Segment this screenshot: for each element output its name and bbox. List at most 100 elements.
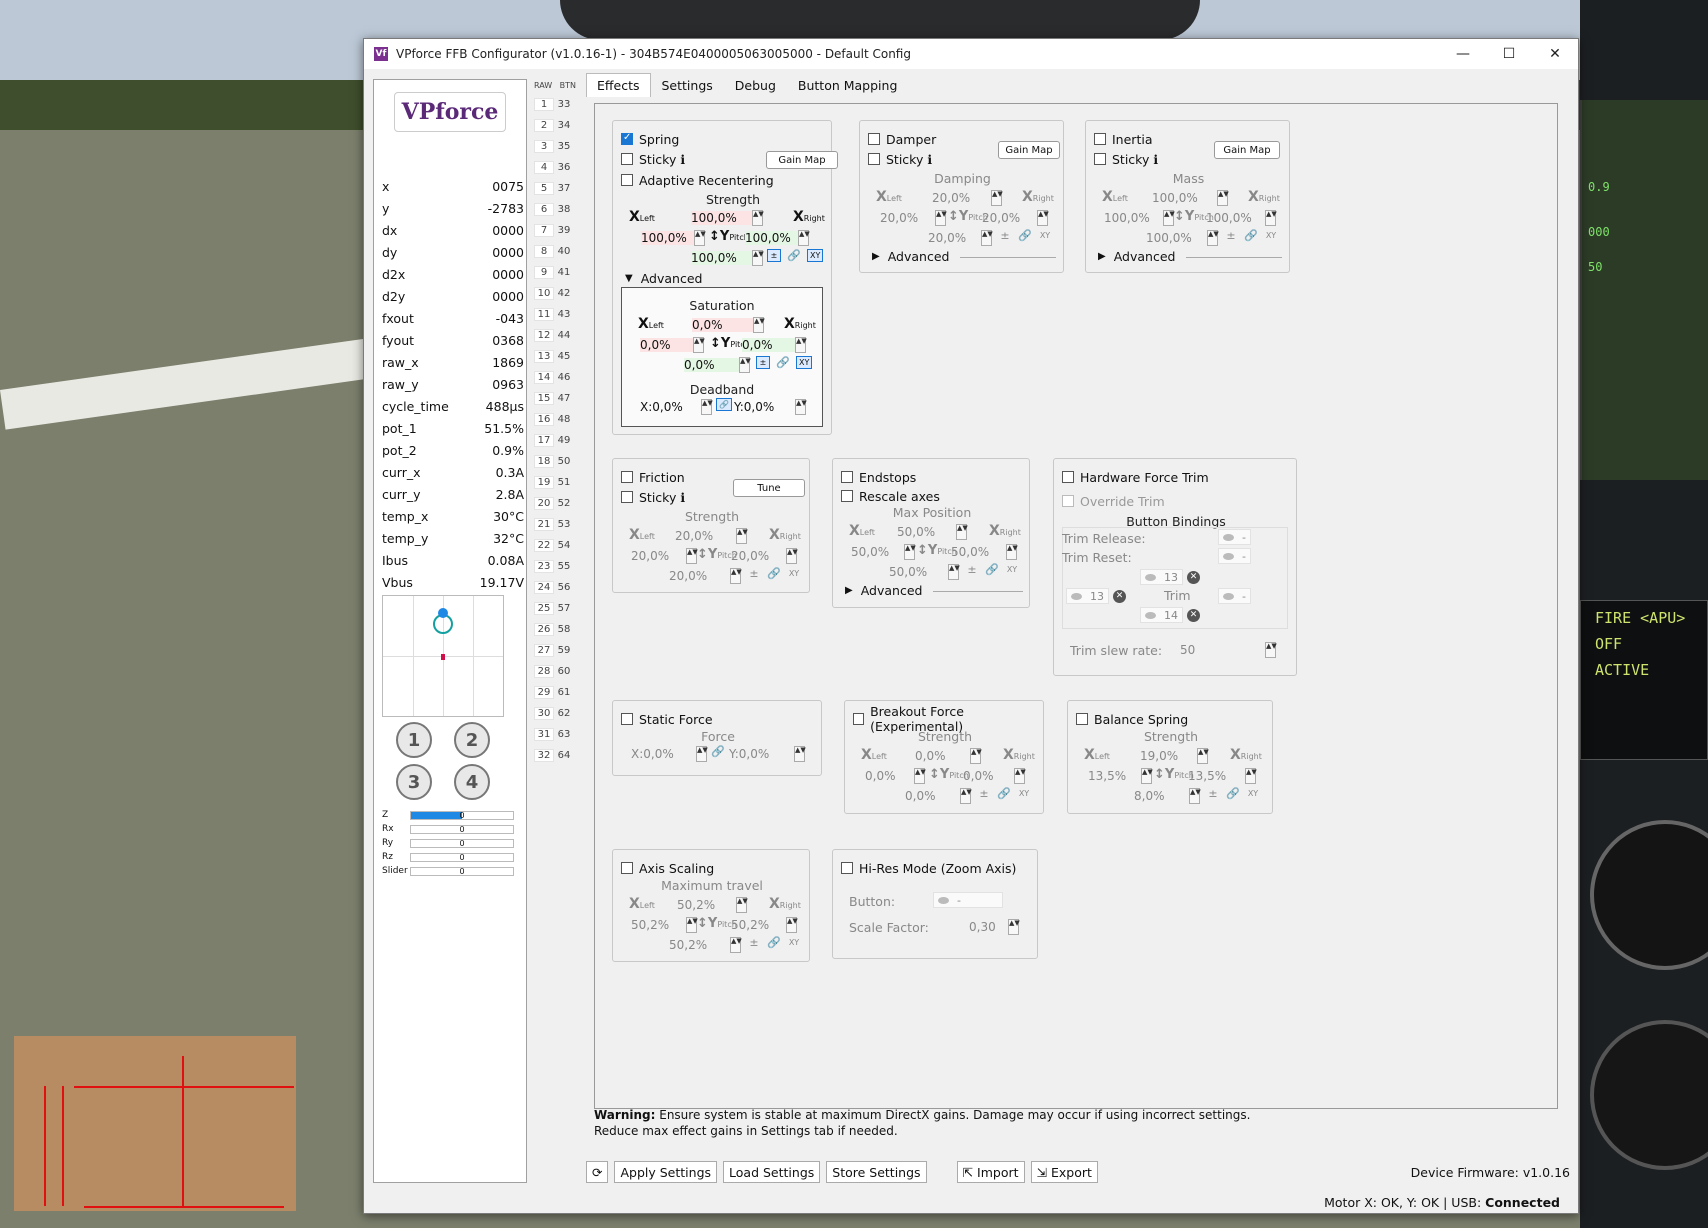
trim-slew-spin[interactable]: 50 ▲▼ — [1180, 641, 1277, 659]
axis-scaling-bottom-spin[interactable]: 50,2% ▲▼ — [669, 936, 742, 954]
rescale-axes-checkbox[interactable]: Rescale axes — [841, 486, 940, 506]
link-icon[interactable]: 🔗 — [985, 563, 999, 576]
spring-checkbox[interactable]: Spring — [621, 129, 679, 149]
minimize-button[interactable]: — — [1440, 39, 1486, 69]
link-icon[interactable]: 🔗 — [1226, 787, 1240, 800]
damper-left-spin[interactable]: 20,0% ▲▼ — [880, 209, 947, 227]
store-settings-button[interactable]: Store Settings — [826, 1161, 927, 1183]
xy-toggle[interactable]: XY — [787, 938, 801, 947]
saturation-right-spin[interactable]: 0,0% ▲▼ — [742, 336, 807, 354]
link-icon[interactable]: 🔗 — [776, 356, 790, 369]
friction-bottom-spin[interactable]: 20,0% ▲▼ — [669, 567, 742, 585]
saturation-top-spin[interactable]: 0,0% ▲▼ — [692, 316, 765, 334]
damper-advanced-toggle[interactable]: ▶ Advanced — [872, 249, 949, 264]
spring-right-spin[interactable]: 100,0% ▲▼ — [745, 229, 810, 247]
close-button[interactable]: ✕ — [1532, 39, 1578, 69]
plusminus-toggle[interactable]: ± — [1224, 229, 1238, 242]
plusminus-toggle[interactable]: ± — [977, 787, 991, 800]
trim-down-binding[interactable]: 14 ✕ — [1140, 607, 1200, 623]
link-icon[interactable]: 🔗 — [787, 249, 801, 262]
inertia-bottom-spin[interactable]: 100,0% ▲▼ — [1146, 229, 1219, 247]
xy-toggle[interactable]: XY — [1038, 231, 1052, 240]
trim-up-binding[interactable]: 13 ✕ — [1140, 569, 1200, 585]
friction-top-spin[interactable]: 20,0% ▲▼ — [675, 527, 748, 545]
import-button[interactable]: ⇱ Import — [956, 1161, 1025, 1183]
spring-advanced-toggle[interactable]: ▼ Advanced — [625, 271, 702, 286]
damper-bottom-spin[interactable]: 20,0% ▲▼ — [928, 229, 993, 247]
load-settings-button[interactable]: Load Settings — [723, 1161, 821, 1183]
damper-checkbox[interactable]: Damper — [868, 129, 936, 149]
inertia-checkbox[interactable]: Inertia — [1094, 129, 1152, 149]
endstops-top-spin[interactable]: 50,0% ▲▼ — [897, 523, 968, 541]
breakout-right-spin[interactable]: 0,0% ▲▼ — [963, 767, 1026, 785]
xy-toggle[interactable]: XY — [796, 356, 813, 369]
link-icon[interactable]: 🔗 — [1018, 229, 1032, 242]
inertia-left-spin[interactable]: 100,0% ▲▼ — [1104, 209, 1175, 227]
endstops-advanced-toggle[interactable]: ▶ Advanced — [845, 583, 922, 598]
deadband-y-spin[interactable]: Y:0,0% ▲▼ — [734, 398, 807, 416]
tab-debug[interactable]: Debug — [724, 73, 787, 97]
link-icon[interactable]: 🔗 — [1244, 229, 1258, 242]
axis-scaling-left-spin[interactable]: 50,2% ▲▼ — [631, 916, 698, 934]
xy-toggle[interactable]: XY — [787, 569, 801, 578]
xy-toggle[interactable]: XY — [1017, 789, 1031, 798]
damper-sticky-checkbox[interactable]: Sticky ℹ — [868, 149, 932, 169]
link-icon[interactable]: 🔗 — [716, 398, 732, 411]
damper-gain-map-button[interactable]: Gain Map — [998, 141, 1060, 159]
xy-toggle[interactable]: XY — [1005, 565, 1019, 574]
breakout-bottom-spin[interactable]: 0,0% ▲▼ — [905, 787, 972, 805]
plusminus-toggle[interactable]: ± — [965, 563, 979, 576]
balance-bottom-spin[interactable]: 8,0% ▲▼ — [1134, 787, 1201, 805]
override-trim-checkbox[interactable]: Override Trim — [1062, 491, 1165, 511]
trim-reset-binding[interactable]: - — [1218, 548, 1251, 564]
saturation-bottom-spin[interactable]: 0,0% ▲▼ — [684, 356, 751, 374]
spring-left-spin[interactable]: 100,0% ▲▼ — [641, 229, 706, 247]
deadband-x-spin[interactable]: X:0,0% ▲▼ — [640, 398, 713, 416]
balance-spring-checkbox[interactable]: Balance Spring — [1076, 709, 1188, 729]
balance-right-spin[interactable]: 13,5% ▲▼ — [1188, 767, 1257, 785]
friction-right-spin[interactable]: 20,0% ▲▼ — [731, 547, 798, 565]
trim-release-binding[interactable]: - — [1218, 529, 1251, 545]
damper-top-spin[interactable]: 20,0% ▲▼ — [932, 189, 1003, 207]
xy-toggle[interactable]: XY — [807, 249, 824, 262]
friction-tune-button[interactable]: Tune — [733, 479, 805, 497]
plusminus-toggle[interactable]: ± — [747, 567, 761, 580]
breakout-checkbox[interactable]: Breakout Force (Experimental) — [853, 704, 1043, 734]
saturation-left-spin[interactable]: 0,0% ▲▼ — [640, 336, 705, 354]
hardware-trim-checkbox[interactable]: Hardware Force Trim — [1062, 467, 1209, 487]
link-icon[interactable]: 🔗 — [767, 936, 781, 949]
plusminus-toggle[interactable]: ± — [998, 229, 1012, 242]
endstops-right-spin[interactable]: 50,0% ▲▼ — [951, 543, 1018, 561]
title-bar[interactable]: Vf VPforce FFB Configurator (v1.0.16-1) … — [364, 39, 1578, 69]
trim-left-binding[interactable]: 13 ✕ — [1066, 588, 1126, 604]
maximize-button[interactable]: ☐ — [1486, 39, 1532, 69]
spring-gain-map-button[interactable]: Gain Map — [766, 151, 838, 169]
inertia-sticky-checkbox[interactable]: Sticky ℹ — [1094, 149, 1158, 169]
apply-settings-button[interactable]: Apply Settings — [614, 1161, 718, 1183]
link-icon[interactable]: 🔗 — [997, 787, 1011, 800]
tab-button-mapping[interactable]: Button Mapping — [787, 73, 909, 97]
axis-scaling-top-spin[interactable]: 50,2% ▲▼ — [677, 896, 748, 914]
hires-button-binding[interactable]: - — [933, 892, 1003, 908]
breakout-left-spin[interactable]: 0,0% ▲▼ — [865, 767, 926, 785]
friction-checkbox[interactable]: Friction — [621, 467, 685, 487]
static-force-y-spin[interactable]: Y:0,0% ▲▼ — [729, 745, 806, 763]
axis-scaling-checkbox[interactable]: Axis Scaling — [621, 858, 714, 878]
spring-top-spin[interactable]: 100,0% ▲▼ — [691, 209, 764, 227]
inertia-top-spin[interactable]: 100,0% ▲▼ — [1152, 189, 1229, 207]
breakout-top-spin[interactable]: 0,0% ▲▼ — [915, 747, 982, 765]
export-button[interactable]: ⇲ Export — [1030, 1161, 1098, 1183]
plusminus-toggle[interactable]: ± — [767, 249, 781, 262]
static-force-x-spin[interactable]: X:0,0% ▲▼ — [631, 745, 708, 763]
inertia-advanced-toggle[interactable]: ▶ Advanced — [1098, 249, 1175, 264]
inertia-right-spin[interactable]: 100,0% ▲▼ — [1206, 209, 1277, 227]
trim-right-binding[interactable]: - — [1218, 588, 1251, 604]
xy-toggle[interactable]: XY — [1264, 231, 1278, 240]
tab-settings[interactable]: Settings — [651, 73, 724, 97]
link-icon[interactable]: 🔗 — [767, 567, 781, 580]
refresh-button[interactable]: ⟳ — [586, 1161, 609, 1183]
xy-toggle[interactable]: XY — [1246, 789, 1260, 798]
tab-effects[interactable]: Effects — [586, 73, 651, 97]
plusminus-toggle[interactable]: ± — [756, 356, 770, 369]
static-force-link[interactable]: 🔗 — [711, 745, 725, 758]
